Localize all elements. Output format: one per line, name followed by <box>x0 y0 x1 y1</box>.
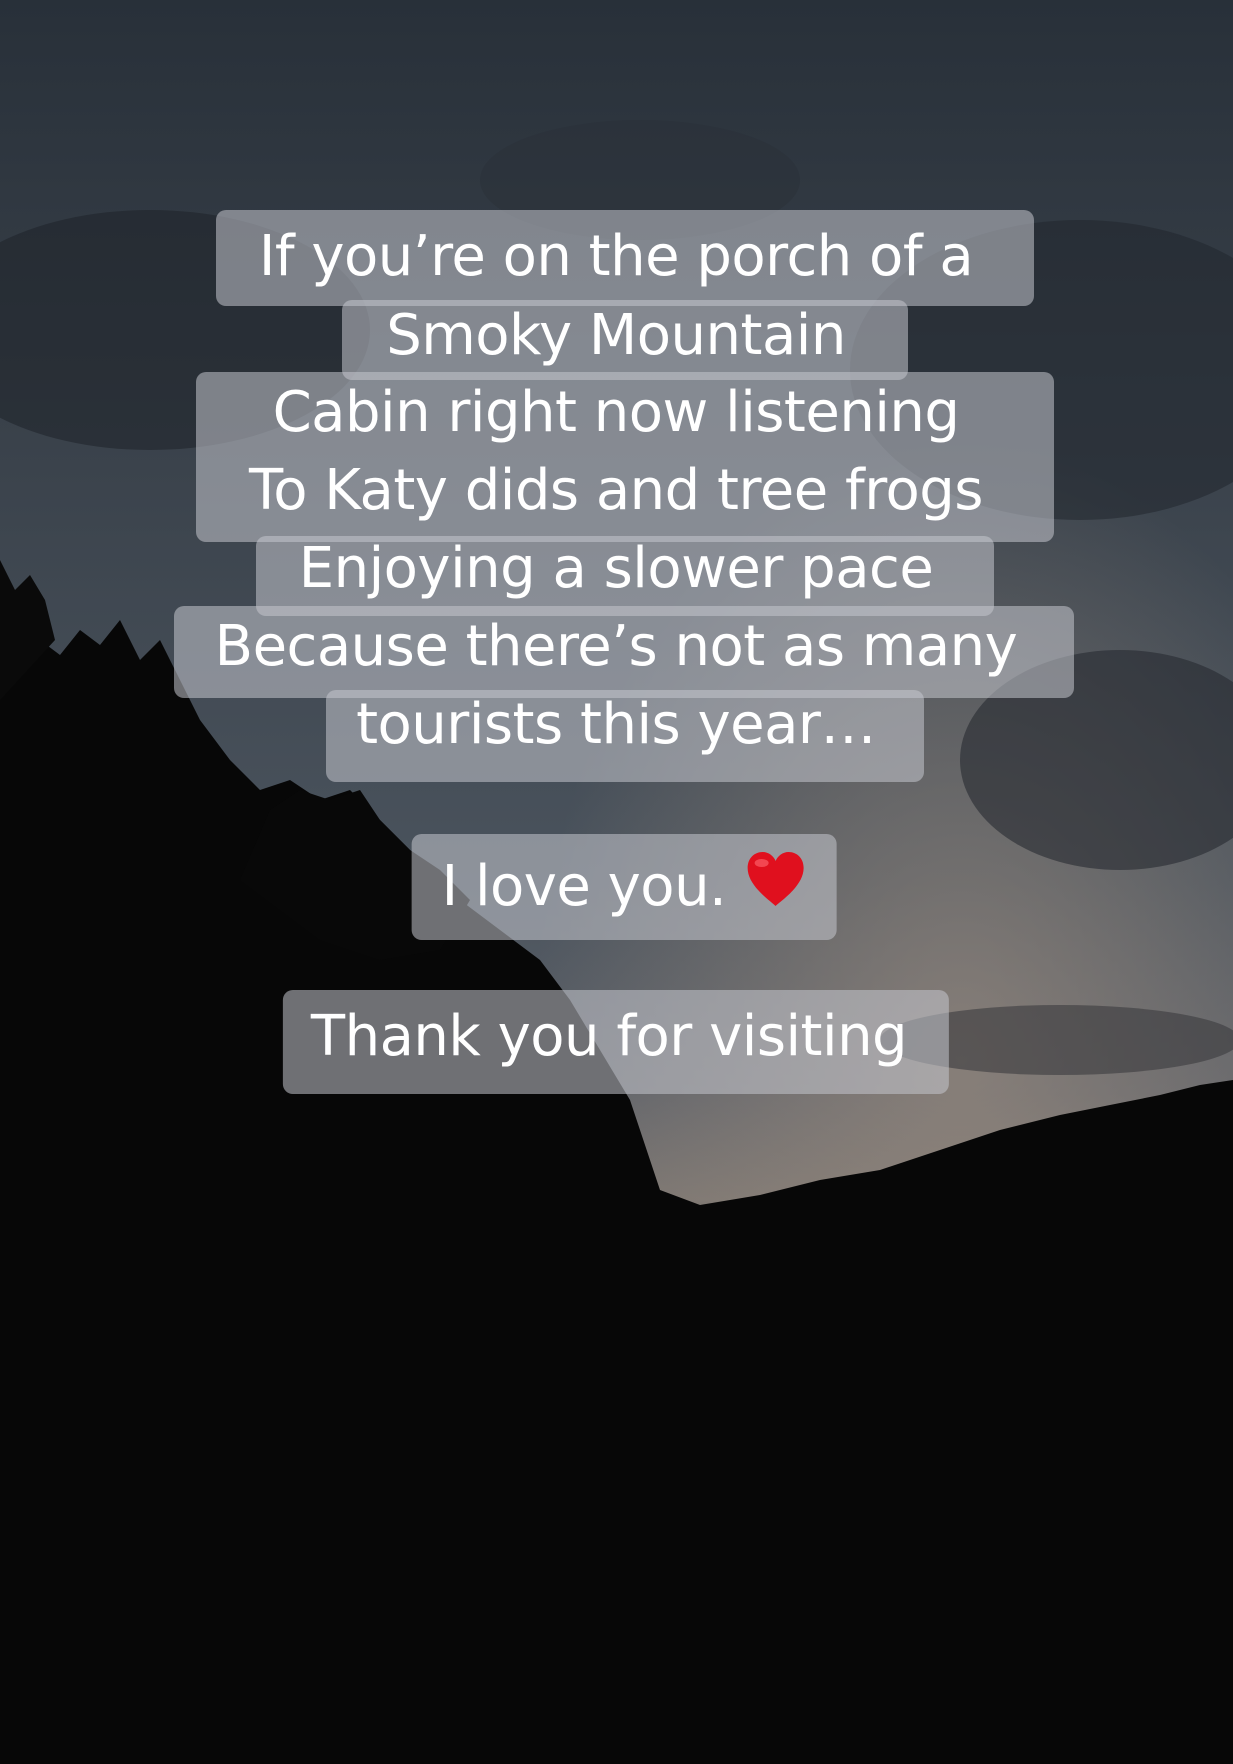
caption-line-5: Enjoying a slower pace <box>298 536 934 601</box>
thanks-caption: Thank you for visiting <box>282 990 950 1094</box>
caption-overlay: If you’re on the porch of a Smoky Mounta… <box>0 0 1233 1764</box>
caption-line-6: Because there’s not as many <box>214 614 1018 679</box>
caption-line-7: tourists this year… <box>356 692 876 757</box>
love-text: I love you. <box>441 854 727 919</box>
caption-line-3: Cabin right now listening <box>272 380 960 445</box>
caption-line-1: If you’re on the porch of a <box>258 224 974 289</box>
caption-line-4: To Katy dids and tree frogs <box>249 458 983 523</box>
caption-line-2: Smoky Mountain <box>386 303 846 368</box>
red-heart-icon <box>744 837 806 943</box>
love-caption: I love you. <box>411 834 837 943</box>
